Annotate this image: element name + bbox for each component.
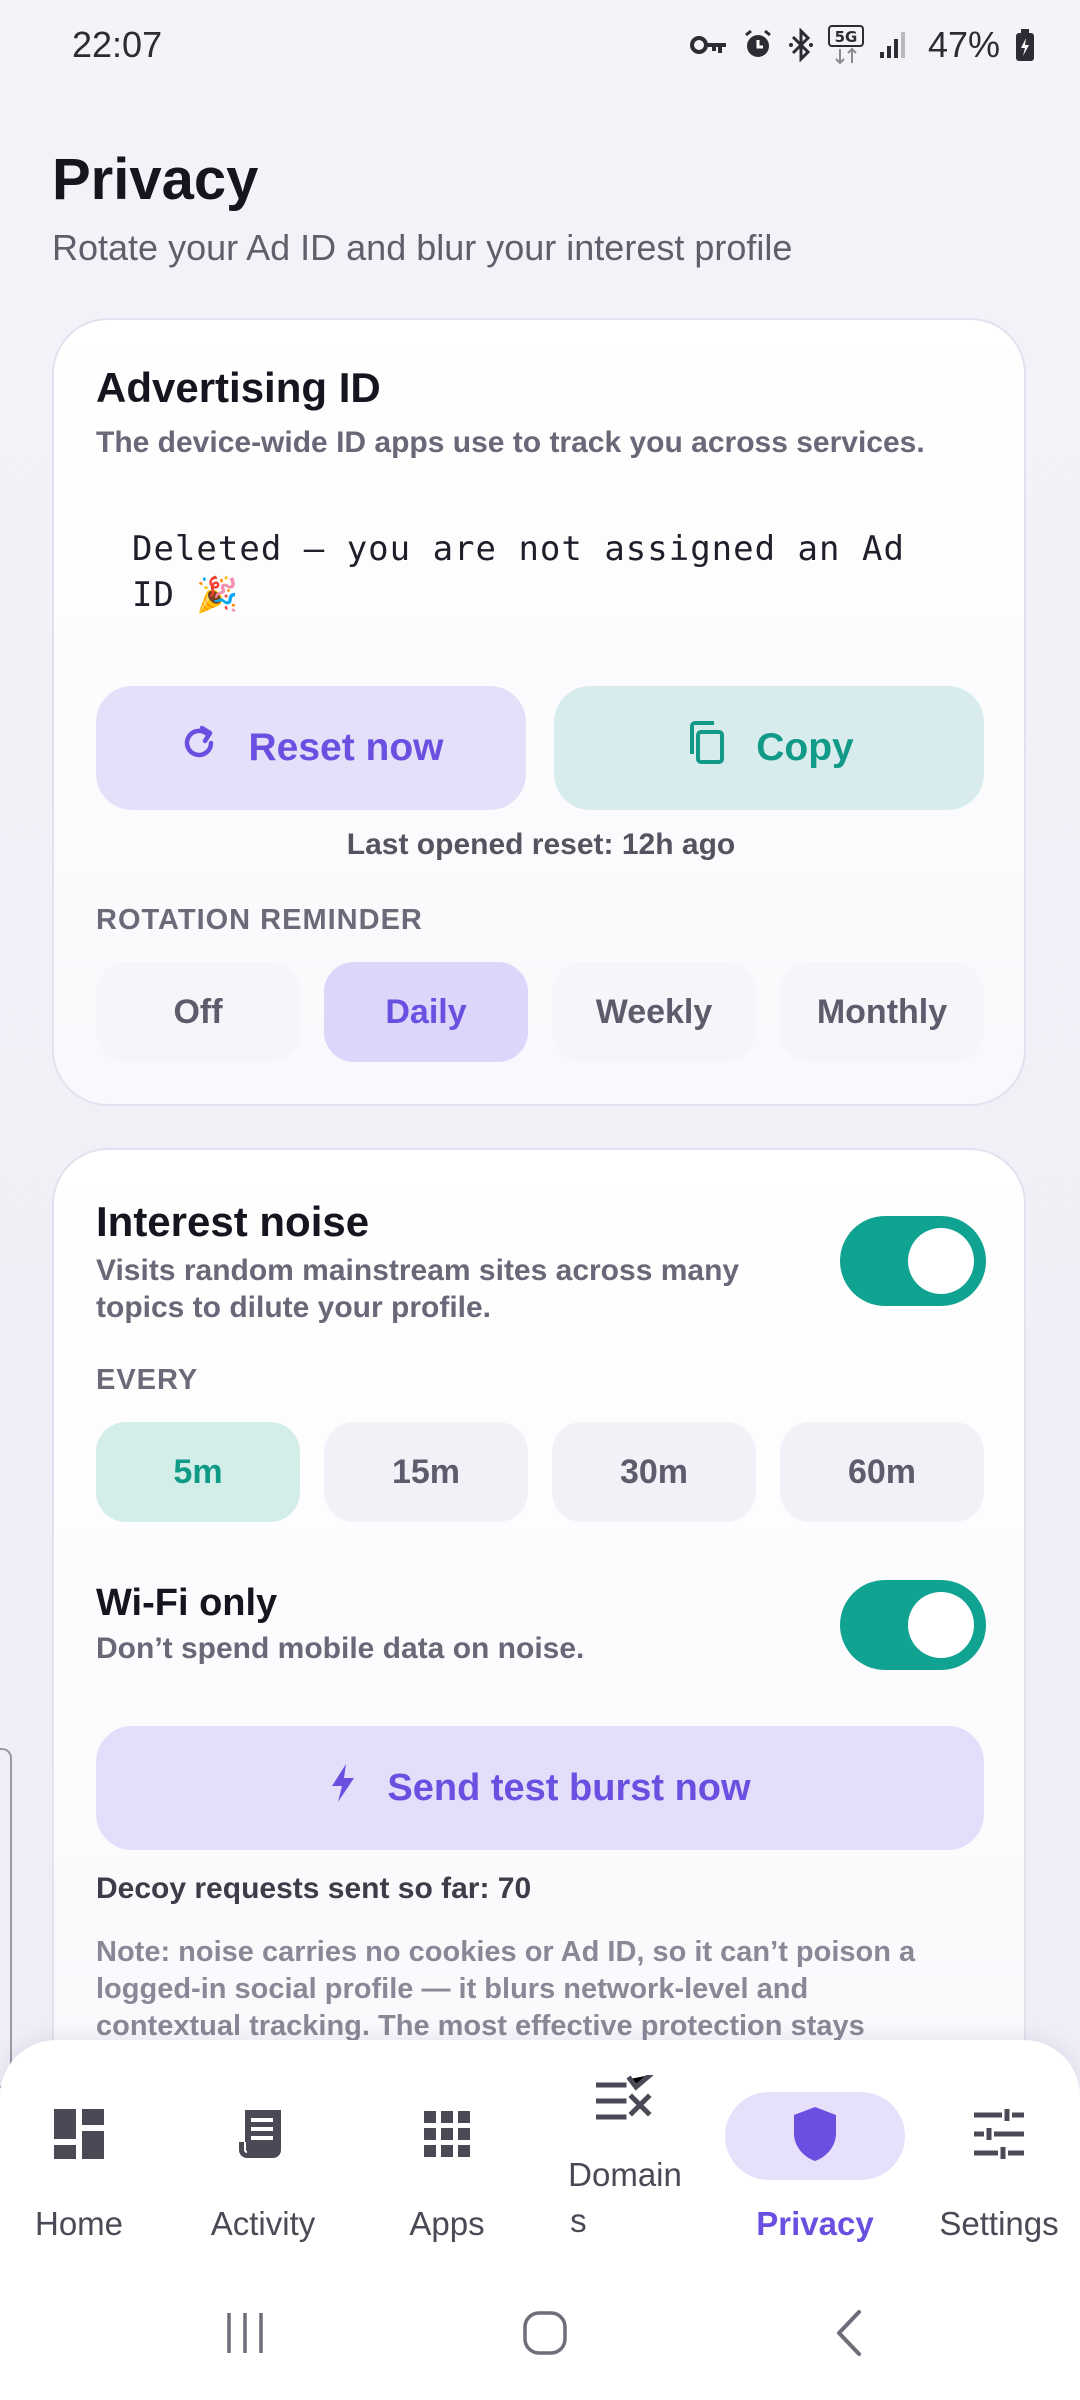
rotation-option-weekly[interactable]: Weekly bbox=[552, 962, 756, 1062]
nav-item-privacy[interactable]: Privacy bbox=[725, 2092, 905, 2272]
decoy-counter: Decoy requests sent so far: 70 bbox=[96, 1872, 532, 1905]
reset-now-button[interactable]: Reset now bbox=[96, 686, 526, 810]
recent-apps-button[interactable] bbox=[200, 2270, 290, 2400]
wifi-only-toggle[interactable] bbox=[840, 1580, 986, 1670]
home-button[interactable] bbox=[500, 2270, 590, 2400]
refresh-icon bbox=[178, 722, 220, 774]
nav-item-domains[interactable]: Domain s bbox=[540, 2064, 710, 2244]
wifi-only-title: Wi-Fi only bbox=[96, 1582, 278, 1624]
interval-option-30m[interactable]: 30m bbox=[552, 1422, 756, 1522]
vpn-key-icon bbox=[689, 32, 728, 58]
advertising-id-value: Deleted — you are not assigned an Ad ID … bbox=[132, 529, 905, 615]
interest-noise-description: Visits random mainstream sites across ma… bbox=[96, 1254, 740, 1324]
nav-label-domains: Domain s bbox=[568, 2156, 682, 2239]
interval-option-5m[interactable]: 5m bbox=[96, 1422, 300, 1522]
alarm-icon bbox=[742, 29, 774, 61]
battery-percent: 47% bbox=[927, 24, 1000, 65]
nav-item-activity[interactable]: Activity bbox=[178, 2092, 348, 2272]
every-label: EVERY bbox=[96, 1364, 199, 1396]
battery-charging-icon bbox=[1014, 28, 1036, 62]
interest-noise-title: Interest noise bbox=[96, 1198, 370, 1245]
page-title: Privacy bbox=[52, 147, 259, 212]
nav-item-apps[interactable]: Apps bbox=[362, 2092, 532, 2272]
toggle-knob bbox=[908, 1228, 974, 1294]
rotation-option-monthly[interactable]: Monthly bbox=[780, 962, 984, 1062]
toggle-knob bbox=[908, 1592, 974, 1658]
edge-panel-handle[interactable] bbox=[0, 1748, 12, 2088]
page-subtitle: Rotate your Ad ID and blur your interest… bbox=[52, 227, 793, 268]
nav-label-home: Home bbox=[34, 2205, 124, 2242]
recent-apps-icon bbox=[223, 2311, 267, 2360]
signal-icon bbox=[878, 30, 908, 60]
rotation-option-daily[interactable]: Daily bbox=[324, 962, 528, 1062]
lightning-bolt-icon bbox=[329, 1762, 357, 1814]
wifi-only-description: Don’t spend mobile data on noise. bbox=[96, 1632, 585, 1665]
interest-noise-card: Interest noise Visits random mainstream … bbox=[52, 1148, 1026, 2148]
shield-icon bbox=[792, 2105, 838, 2168]
send-test-burst-label: Send test burst now bbox=[387, 1766, 751, 1809]
copy-icon bbox=[684, 720, 728, 776]
advertising-id-description: The device-wide ID apps use to track you… bbox=[96, 426, 925, 459]
back-chevron-icon bbox=[831, 2308, 867, 2363]
nav-item-home[interactable]: Home bbox=[0, 2092, 164, 2272]
noise-note: Note: noise carries no cookies or Ad ID,… bbox=[96, 1936, 916, 2042]
status-time: 22:07 bbox=[72, 24, 163, 65]
status-icons: 5G 47% bbox=[689, 24, 1036, 66]
bluetooth-icon bbox=[788, 28, 814, 62]
5g-icon: 5G bbox=[827, 25, 864, 65]
nav-label-activity: Activity bbox=[210, 2205, 316, 2242]
reset-now-label: Reset now bbox=[248, 726, 444, 769]
last-reset-text: Last opened reset: 12h ago bbox=[346, 828, 736, 861]
rotation-reminder-label: ROTATION REMINDER bbox=[96, 904, 423, 936]
advertising-id-title: Advertising ID bbox=[96, 364, 381, 411]
dashboard-icon bbox=[52, 2107, 106, 2166]
interval-option-15m[interactable]: 15m bbox=[324, 1422, 528, 1522]
home-circle-icon bbox=[521, 2309, 569, 2362]
back-button[interactable] bbox=[804, 2270, 894, 2400]
nav-item-settings[interactable]: Settings bbox=[914, 2092, 1080, 2272]
sliders-icon bbox=[972, 2108, 1026, 2164]
apps-grid-icon bbox=[422, 2109, 472, 2164]
system-navigation-bar bbox=[0, 2270, 1080, 2400]
domain-rules-icon bbox=[595, 2070, 654, 2128]
interest-noise-toggle[interactable] bbox=[840, 1216, 986, 1306]
rotation-option-off[interactable]: Off bbox=[96, 962, 300, 1062]
status-bar: 22:07 5G 47% bbox=[0, 0, 1080, 90]
send-test-burst-button[interactable]: Send test burst now bbox=[96, 1726, 984, 1850]
interval-option-60m[interactable]: 60m bbox=[780, 1422, 984, 1522]
nav-label-apps: Apps bbox=[409, 2205, 485, 2242]
receipt-icon bbox=[237, 2106, 289, 2167]
copy-button[interactable]: Copy bbox=[554, 686, 984, 810]
advertising-id-card: Advertising ID The device-wide ID apps u… bbox=[52, 318, 1026, 1106]
svg-text:5G: 5G bbox=[835, 28, 858, 46]
nav-label-settings: Settings bbox=[939, 2205, 1059, 2242]
nav-label-privacy: Privacy bbox=[756, 2205, 874, 2242]
copy-label: Copy bbox=[756, 726, 854, 769]
